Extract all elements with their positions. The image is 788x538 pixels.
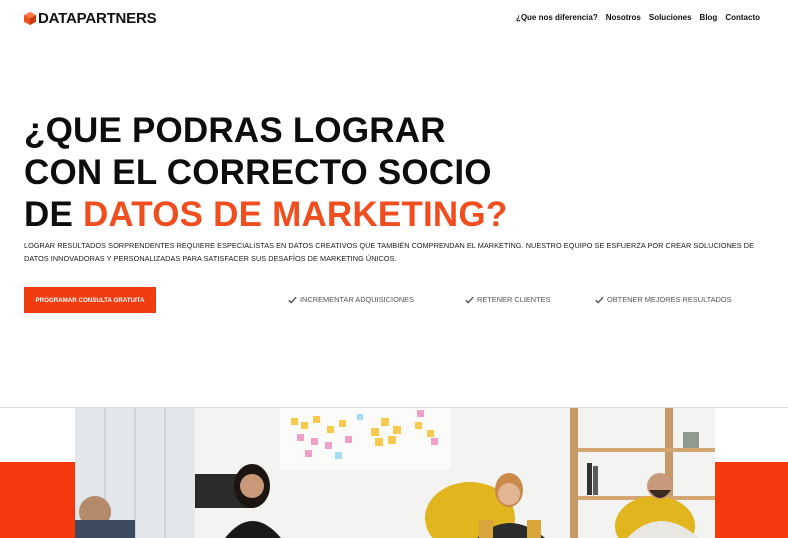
main-nav: ¿Que nos diferencia? Nosotros Soluciones…: [516, 13, 760, 22]
nav-item-nosotros[interactable]: Nosotros: [606, 13, 641, 22]
logo[interactable]: DATAPARTNERS: [24, 10, 157, 27]
benefit-item-adquisiciones: INCREMENTAR ADQUISICIONES: [288, 295, 414, 304]
hero-title-accent: DATOS DE MARKETING?: [82, 195, 508, 234]
accent-block-left: [0, 462, 75, 538]
benefit-label: RETENER CLIENTES: [477, 295, 551, 304]
nav-item-soluciones[interactable]: Soluciones: [649, 13, 692, 22]
hero-title-prefix: DE: [24, 195, 83, 234]
logo-text: DATAPARTNERS: [38, 10, 157, 27]
nav-item-diferencia[interactable]: ¿Que nos diferencia?: [516, 13, 598, 22]
check-icon: [288, 296, 297, 304]
benefit-item-resultados: OBTENER MEJORES RESULTADOS: [595, 295, 732, 304]
benefit-item-retener: RETENER CLIENTES: [465, 295, 551, 304]
hero-title-line-1: ¿QUE PODRAS LOGRAR: [24, 111, 446, 150]
benefit-label: OBTENER MEJORES RESULTADOS: [607, 295, 732, 304]
team-meeting-photo: [75, 408, 715, 538]
check-icon: [595, 296, 604, 304]
hero-title-line-3: DE DATOS DE MARKETING?: [24, 194, 624, 236]
site-header: DATAPARTNERS ¿Que nos diferencia? Nosotr…: [0, 0, 788, 38]
check-icon: [465, 296, 474, 304]
accent-block-right: [715, 462, 788, 538]
nav-item-contacto[interactable]: Contacto: [725, 13, 760, 22]
hero-description: LOGRAR RESULTADOS SORPRENDENTES REQUIERE…: [24, 241, 755, 263]
schedule-consultation-button[interactable]: PROGRAMAR CONSULTA GRATUITA: [24, 287, 156, 313]
hero-title-line-2: CON EL CORRECTO SOCIO: [24, 153, 492, 192]
hexagon-logo-icon: [24, 12, 36, 25]
nav-item-blog[interactable]: Blog: [700, 13, 718, 22]
benefit-label: INCREMENTAR ADQUISICIONES: [300, 295, 415, 304]
hero-title: ¿QUE PODRAS LOGRAR CON EL CORRECTO SOCIO…: [24, 110, 624, 236]
